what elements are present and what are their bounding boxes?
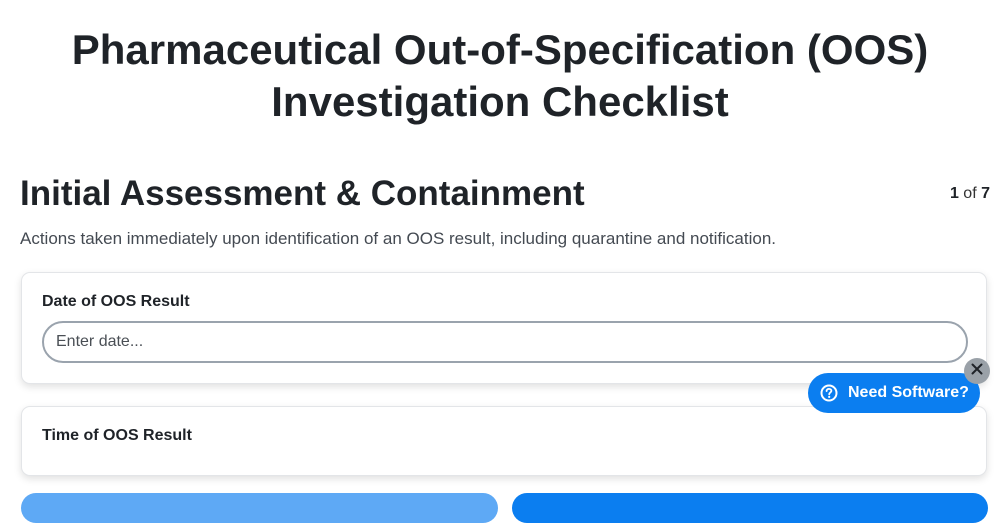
page-title-line-1: Pharmaceutical Out-of-Specification (OOS… [71, 26, 929, 73]
question-circle-icon [820, 384, 838, 402]
date-input[interactable] [42, 321, 968, 363]
previous-button[interactable] [21, 493, 498, 523]
page-indicator: 1 of 7 [950, 185, 990, 203]
page-separator: of [963, 185, 977, 202]
next-button[interactable] [512, 493, 988, 523]
section-description: Actions taken immediately upon identific… [20, 229, 777, 248]
total-pages-number: 7 [981, 185, 990, 202]
field-card-date: Date of OOS Result [21, 272, 987, 384]
section-header: Initial Assessment & Containment 1 of 7 [20, 172, 990, 216]
close-help-button[interactable] [964, 358, 990, 384]
need-software-button[interactable]: Need Software? [808, 373, 980, 413]
field-card-time: Time of OOS Result [21, 406, 987, 476]
page-title: Pharmaceutical Out-of-Specification (OOS… [0, 24, 1000, 128]
page-title-line-2: Investigation Checklist [271, 78, 729, 125]
time-field-label: Time of OOS Result [42, 427, 192, 444]
current-page-number: 1 [949, 185, 959, 202]
date-field-label: Date of OOS Result [42, 293, 190, 310]
need-software-label: Need Software? [848, 384, 969, 401]
section-title: Initial Assessment & Containment [20, 174, 585, 213]
close-icon [971, 362, 983, 380]
